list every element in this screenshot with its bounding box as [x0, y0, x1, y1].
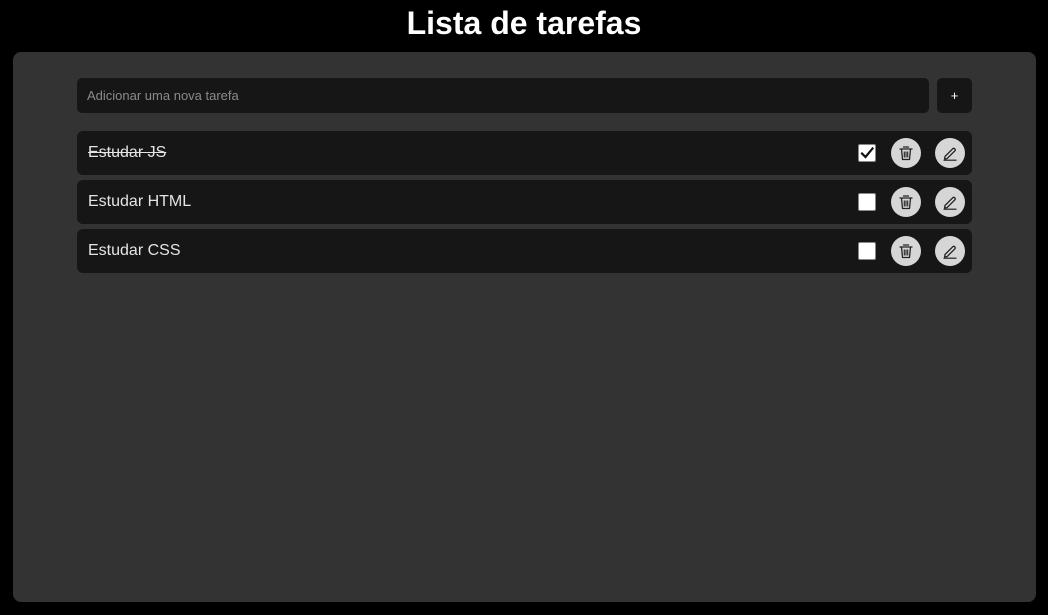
task-complete-checkbox[interactable]: [858, 193, 876, 211]
task-label: Estudar JS: [88, 144, 167, 161]
delete-task-button[interactable]: [891, 187, 921, 217]
pencil-icon: [943, 245, 957, 259]
delete-task-button[interactable]: [891, 138, 921, 168]
task-list: Estudar JS Estudar HTML Estudar CSS: [77, 131, 972, 278]
task-complete-checkbox[interactable]: [858, 144, 876, 162]
task-item: Estudar CSS: [77, 229, 972, 273]
pencil-icon: [943, 147, 957, 161]
trash-icon: [899, 195, 913, 210]
task-complete-checkbox[interactable]: [858, 242, 876, 260]
trash-icon: [899, 146, 913, 161]
add-task-row: +: [77, 78, 972, 113]
task-item: Estudar JS: [77, 131, 972, 175]
checkmark-icon: [860, 146, 874, 159]
pencil-icon: [943, 196, 957, 210]
edit-task-button[interactable]: [935, 187, 965, 217]
delete-task-button[interactable]: [891, 236, 921, 266]
edit-task-button[interactable]: [935, 138, 965, 168]
todo-panel: + Estudar JS E: [13, 52, 1036, 602]
task-label: Estudar CSS: [88, 242, 181, 259]
trash-icon: [899, 244, 913, 259]
add-task-button[interactable]: +: [937, 78, 972, 113]
page-title: Lista de tarefas: [406, 5, 642, 41]
new-task-input[interactable]: [77, 78, 929, 113]
task-label: Estudar HTML: [88, 193, 192, 210]
task-item: Estudar HTML: [77, 180, 972, 224]
edit-task-button[interactable]: [935, 236, 965, 266]
